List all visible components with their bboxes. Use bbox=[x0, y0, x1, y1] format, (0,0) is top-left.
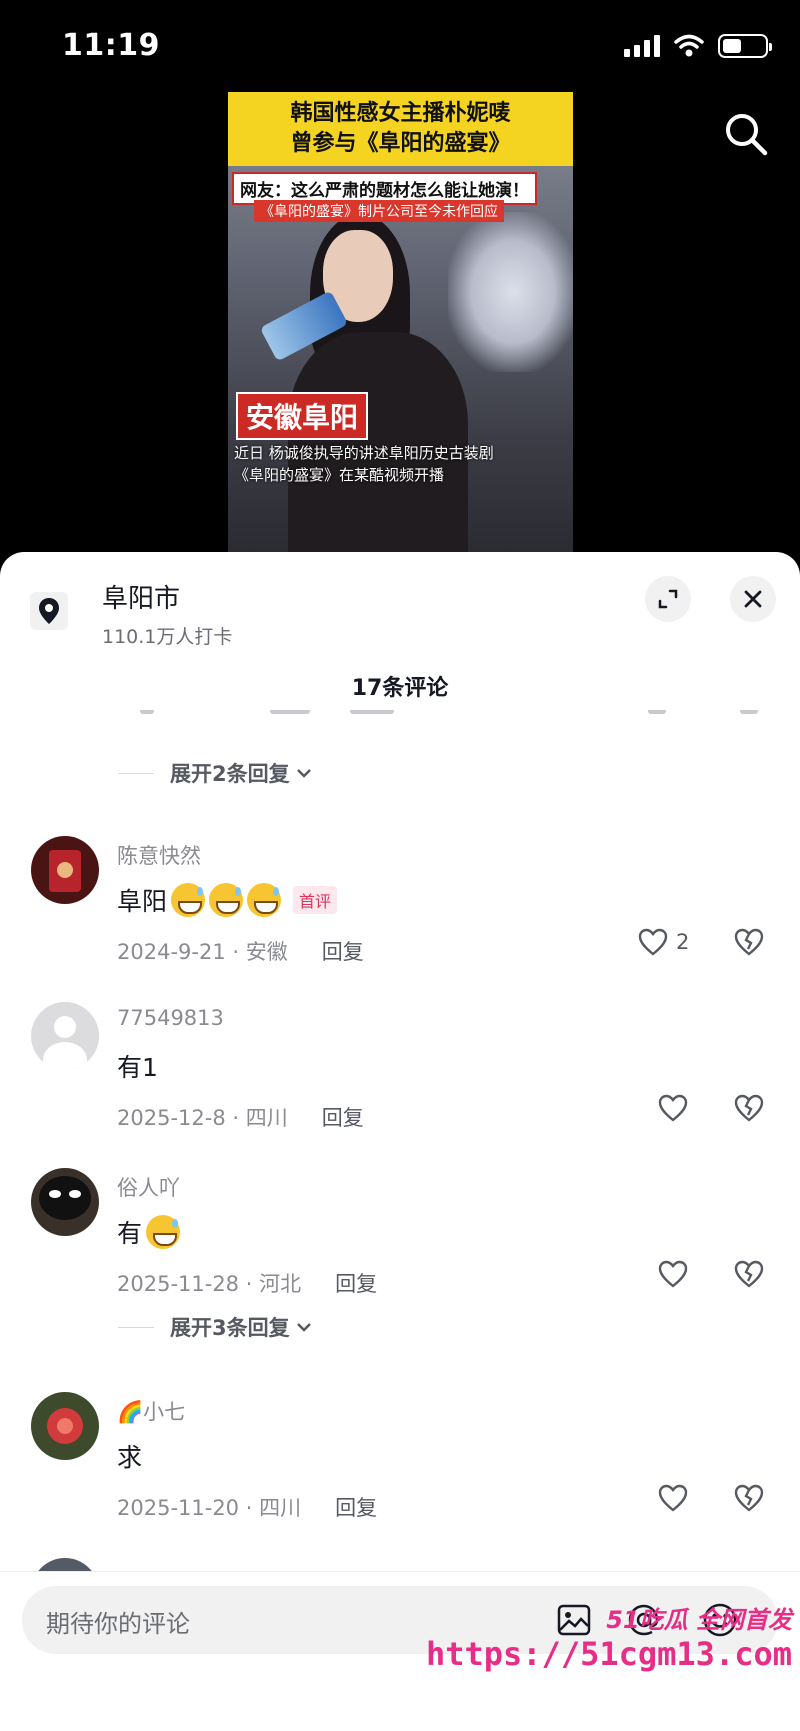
expand-replies-label: 展开2条回复 bbox=[170, 762, 290, 786]
grinning-sweat-emoji-icon bbox=[247, 883, 282, 917]
search-icon[interactable] bbox=[722, 110, 770, 158]
broken-heart-icon[interactable] bbox=[734, 1260, 764, 1288]
video-subtitle: 近日 杨诚俊执导的讲述阜阳历史古装剧 《阜阳的盛宴》在某酷视频开播 bbox=[234, 442, 494, 486]
comment-username[interactable]: 俗人吖 bbox=[117, 1172, 180, 1202]
video-player[interactable]: 韩国性感女主播朴妮唛 曾参与《阜阳的盛宴》 网友：这么严肃的题材怎么能让她演！ … bbox=[228, 92, 573, 557]
caption-company: 《阜阳的盛宴》制片公司至今未作回应 bbox=[254, 200, 504, 222]
comment-sheet: 阜阳市 110.1万人打卡 17条评论 展开2条回复 陈意快然 阜阳 首评 20… bbox=[0, 552, 800, 1731]
like-button[interactable] bbox=[658, 1094, 688, 1122]
close-icon bbox=[744, 590, 762, 608]
comment-text-content: 阜阳 bbox=[117, 887, 168, 916]
like-button[interactable] bbox=[658, 1484, 688, 1512]
heart-icon bbox=[658, 1094, 688, 1122]
close-button[interactable] bbox=[730, 576, 776, 622]
comment-username[interactable]: 🌈小七 bbox=[117, 1396, 185, 1426]
expand-replies-button[interactable]: 展开2条回复 bbox=[118, 758, 312, 788]
avatar[interactable] bbox=[31, 1392, 99, 1460]
heart-icon bbox=[658, 1484, 688, 1512]
expand-button[interactable] bbox=[645, 576, 691, 622]
comment-meta: 2025-12-8 · 四川 回复 bbox=[117, 1102, 364, 1132]
comment-meta: 2025-11-28 · 河北 回复 bbox=[117, 1268, 377, 1298]
comment-date: 2024-9-21 · 安徽 bbox=[117, 940, 288, 964]
broken-heart-icon[interactable] bbox=[734, 1094, 764, 1122]
status-bar: 11:19 bbox=[0, 0, 800, 95]
subtitle-line-1: 近日 杨诚俊执导的讲述阜阳历史古装剧 bbox=[234, 444, 494, 462]
location-name[interactable]: 阜阳市 bbox=[102, 578, 180, 615]
subtitle-line-2: 《阜阳的盛宴》在某酷视频开播 bbox=[234, 466, 445, 484]
first-comment-badge: 首评 bbox=[293, 886, 338, 914]
kissing-emoji-icon bbox=[146, 1215, 181, 1249]
comment-date: 2025-12-8 · 四川 bbox=[117, 1106, 288, 1130]
watermark: 51吃瓜 全网首发 https://51cgm13.com bbox=[426, 1600, 792, 1673]
heart-icon bbox=[638, 928, 668, 956]
reply-button[interactable]: 回复 bbox=[335, 1268, 377, 1298]
clipped-comment-row bbox=[0, 710, 800, 724]
chevron-down-icon bbox=[296, 769, 311, 778]
reply-button[interactable]: 回复 bbox=[322, 936, 364, 966]
expand-replies-button[interactable]: 展开3条回复 bbox=[118, 1312, 312, 1342]
like-count: 2 bbox=[676, 930, 690, 954]
comment-count: 17条评论 bbox=[351, 676, 449, 701]
comment-username[interactable]: 77549813 bbox=[117, 1006, 224, 1030]
chevron-down-icon bbox=[296, 1323, 311, 1332]
comment-text-content: 有 bbox=[117, 1219, 143, 1248]
watermark-url: https://51cgm13.com bbox=[425, 1635, 792, 1673]
wifi-icon bbox=[674, 34, 704, 57]
heart-icon bbox=[658, 1260, 688, 1288]
comment-meta: 2024-9-21 · 安徽 回复 bbox=[117, 936, 364, 966]
location-pin-icon bbox=[30, 592, 68, 630]
comment-meta: 2025-11-20 · 四川 回复 bbox=[117, 1492, 377, 1522]
broken-heart-icon[interactable] bbox=[734, 1484, 764, 1512]
like-button[interactable] bbox=[658, 1260, 688, 1288]
comment-text: 求 bbox=[117, 1438, 142, 1474]
grinning-sweat-emoji-icon bbox=[209, 883, 244, 917]
comment-text: 阜阳 首评 bbox=[117, 882, 338, 918]
reply-button[interactable]: 回复 bbox=[335, 1492, 377, 1522]
avatar[interactable] bbox=[31, 1168, 99, 1236]
comment-text: 有 bbox=[117, 1214, 181, 1250]
signal-icon bbox=[624, 35, 660, 57]
location-checkins: 110.1万人打卡 bbox=[102, 626, 233, 648]
avatar[interactable] bbox=[31, 1002, 99, 1070]
battery-icon bbox=[718, 34, 772, 58]
avatar[interactable] bbox=[31, 836, 99, 904]
status-time: 11:19 bbox=[62, 28, 160, 63]
comment-text: 有1 bbox=[117, 1048, 158, 1084]
headline-line-2: 曾参与《阜阳的盛宴》 bbox=[290, 131, 511, 156]
comment-username[interactable]: 陈意快然 bbox=[117, 840, 201, 870]
caption-location: 安徽阜阳 bbox=[236, 392, 369, 440]
like-button[interactable]: 2 bbox=[638, 928, 689, 956]
comment-text-content: 有1 bbox=[117, 1053, 158, 1082]
grinning-sweat-emoji-icon bbox=[171, 883, 206, 917]
comment-date: 2025-11-28 · 河北 bbox=[117, 1272, 302, 1296]
reply-button[interactable]: 回复 bbox=[322, 1102, 364, 1132]
comment-text-content: 求 bbox=[117, 1443, 143, 1472]
broken-heart-icon[interactable] bbox=[734, 928, 764, 956]
status-icons bbox=[624, 34, 772, 58]
video-headline: 韩国性感女主播朴妮唛 曾参与《阜阳的盛宴》 bbox=[228, 92, 573, 166]
comment-input-placeholder: 期待你的评论 bbox=[46, 1610, 190, 1638]
expand-icon bbox=[658, 589, 678, 609]
headline-line-1: 韩国性感女主播朴妮唛 bbox=[290, 101, 511, 126]
comment-date: 2025-11-20 · 四川 bbox=[117, 1496, 302, 1520]
watermark-brand: 51吃瓜 全网首发 bbox=[606, 1606, 792, 1634]
expand-replies-label: 展开3条回复 bbox=[170, 1316, 290, 1340]
